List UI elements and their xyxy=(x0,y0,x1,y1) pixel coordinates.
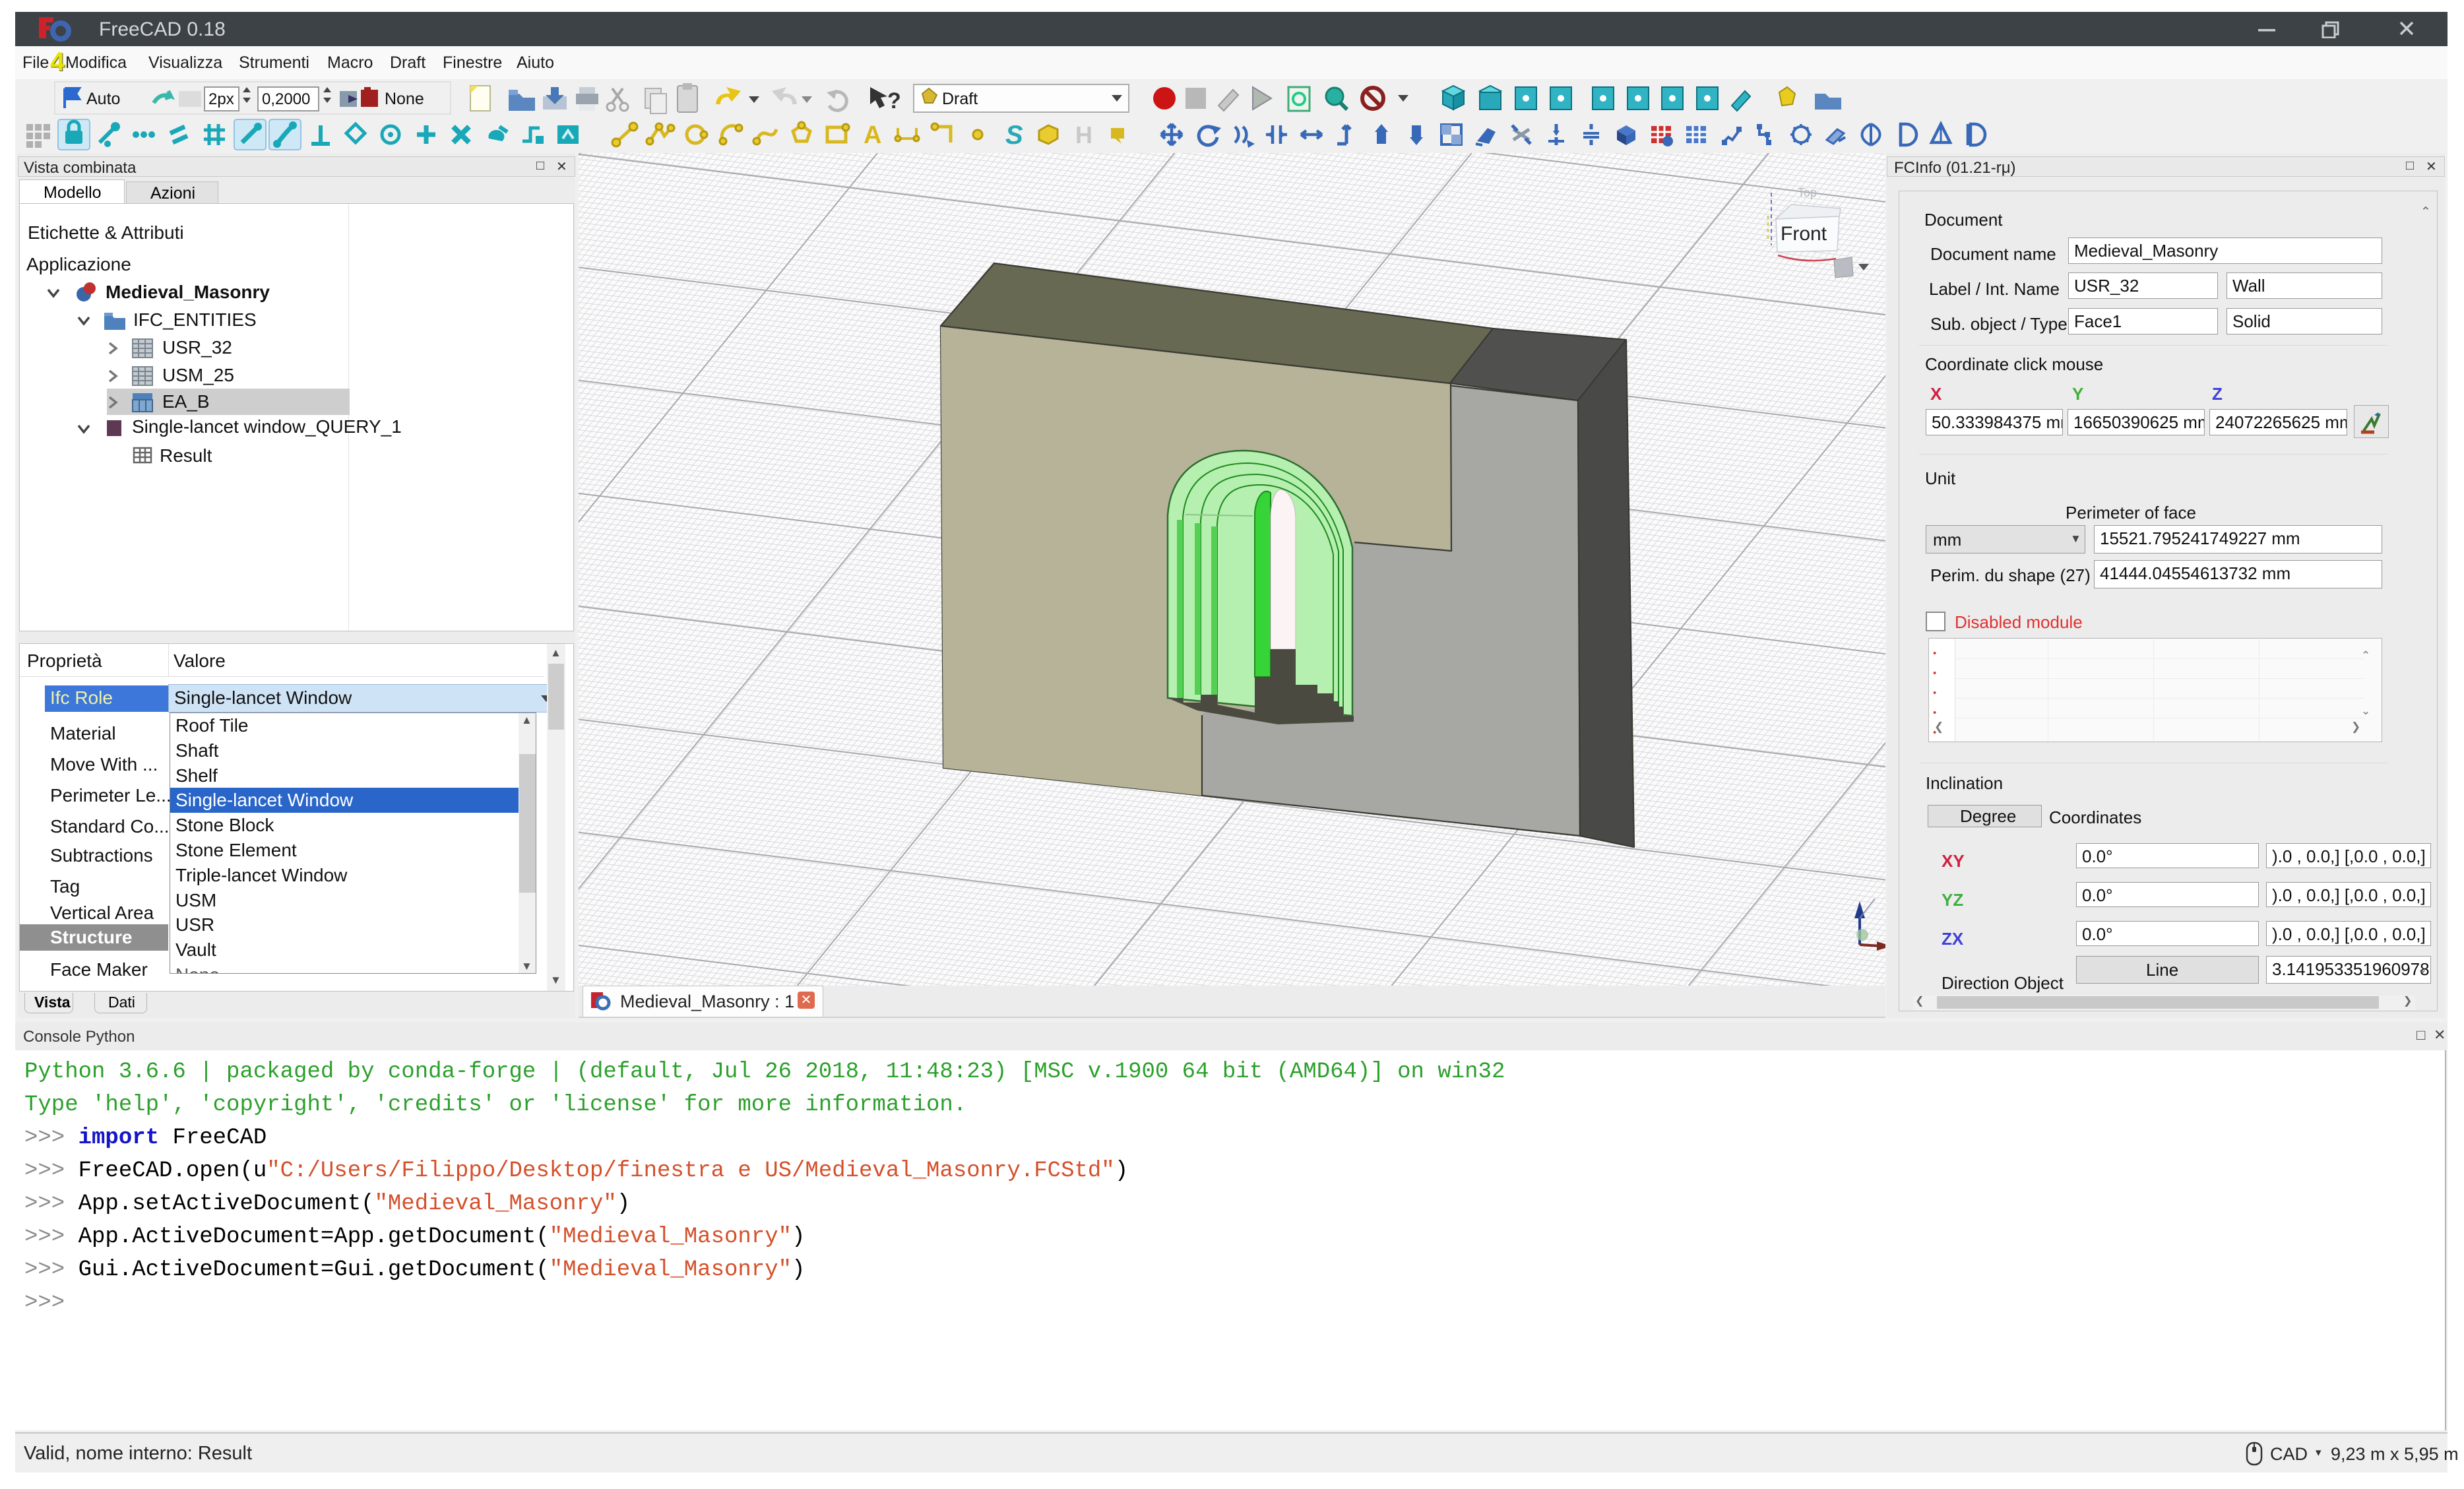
svg-text:0,2000: 0,2000 xyxy=(262,90,310,108)
svg-text:Top: Top xyxy=(1798,186,1817,199)
svg-text:None: None xyxy=(385,90,424,108)
svg-text:Front: Front xyxy=(1781,223,1827,245)
svg-text:Draft: Draft xyxy=(942,90,978,108)
svg-text:2px: 2px xyxy=(208,90,234,108)
svg-text:A: A xyxy=(864,121,881,149)
svg-text:H: H xyxy=(1075,121,1092,148)
svg-text:?: ? xyxy=(887,88,901,113)
svg-text:Auto: Auto xyxy=(86,90,120,108)
svg-text:S: S xyxy=(1005,121,1023,150)
